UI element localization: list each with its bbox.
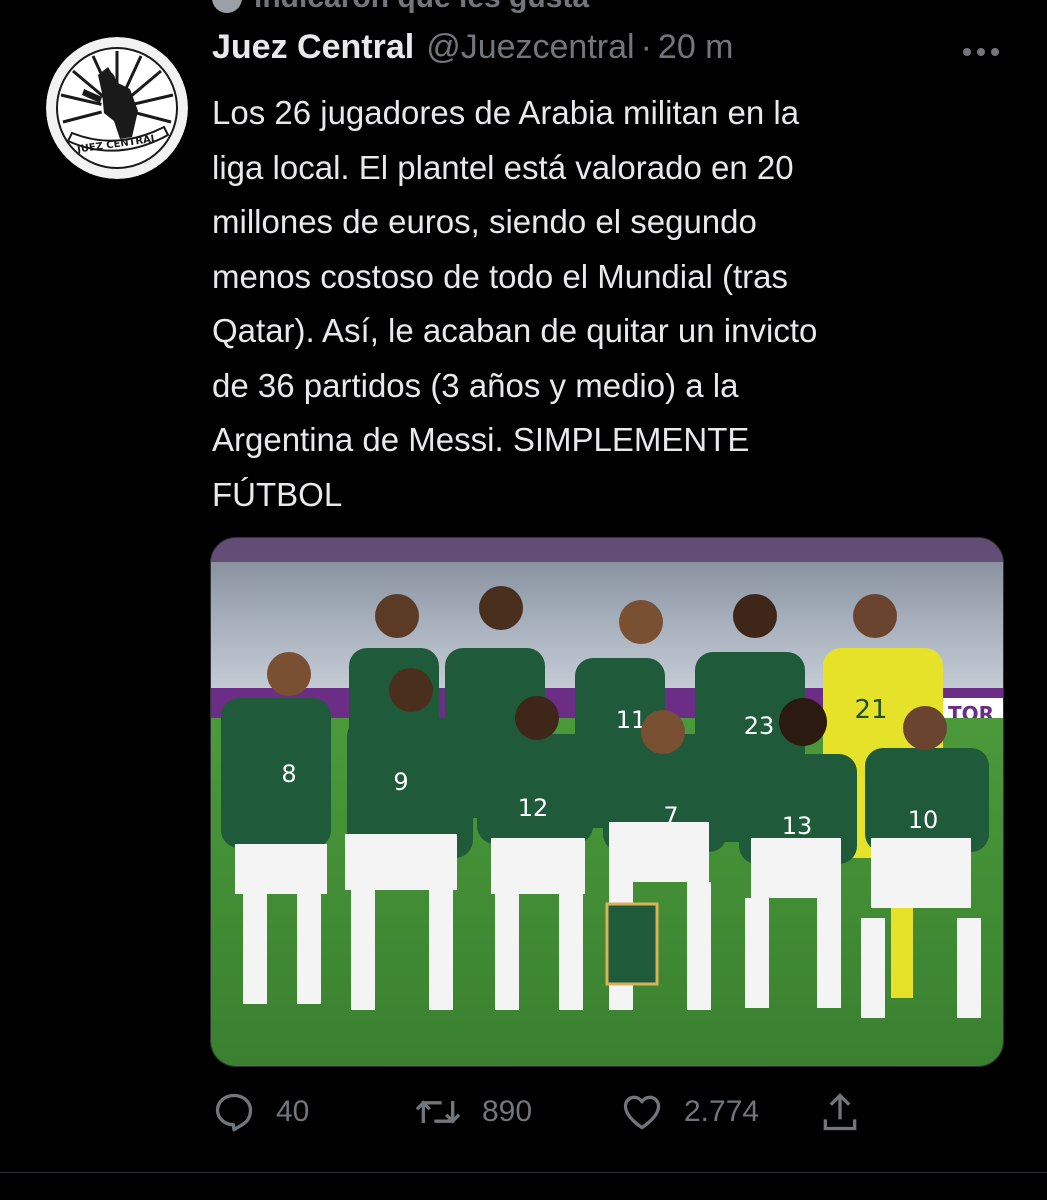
tweet[interactable]: Juez Central @Juezcentral · 20 m Los 26 …	[212, 28, 1012, 522]
jersey-number: 7	[663, 802, 678, 830]
tweet-media-photo[interactable]: TOR 11 23 21 8 9 12 7 13 10	[210, 537, 1004, 1067]
jersey-number: 13	[782, 812, 813, 840]
tweet-divider	[0, 1172, 1047, 1173]
reply-icon	[215, 1093, 253, 1132]
retweet-count: 890	[482, 1095, 533, 1128]
jersey-number: 12	[518, 794, 549, 822]
share-button[interactable]	[818, 1088, 862, 1136]
share-icon	[823, 1093, 857, 1131]
like-button[interactable]: 2.774	[620, 1088, 759, 1136]
tweet-text: Los 26 jugadores de Arabia militan en la…	[212, 94, 818, 513]
jersey-number: 23	[744, 712, 775, 740]
retweet-button[interactable]: 890	[414, 1088, 532, 1136]
retweet-icon	[415, 1100, 461, 1124]
reply-count: 40	[276, 1095, 310, 1128]
social-context: indicaron que les gusta	[212, 0, 589, 18]
jersey-number: 10	[908, 806, 939, 834]
like-count: 2.774	[684, 1095, 760, 1128]
author-handle[interactable]: @Juezcentral	[426, 28, 634, 67]
separator-dot: ·	[640, 28, 652, 66]
jersey-number: 8	[281, 760, 296, 788]
tweet-header: Juez Central @Juezcentral · 20 m	[212, 28, 1012, 80]
jersey-number: 21	[854, 695, 887, 725]
more-icon	[963, 48, 999, 56]
tweet-actions: 40 890 2.774	[212, 1088, 892, 1136]
tweet-timestamp[interactable]: 20 m	[658, 28, 734, 67]
heart-icon	[623, 1095, 661, 1130]
avatar[interactable]: JUEZ CENTRAL	[46, 37, 188, 179]
more-options-button[interactable]	[957, 32, 1005, 72]
juez-central-logo: JUEZ CENTRAL	[46, 37, 188, 179]
heart-user-icon	[212, 0, 242, 13]
author-display-name[interactable]: Juez Central	[212, 28, 414, 67]
social-context-label: indicaron que les gusta	[254, 0, 589, 15]
reply-button[interactable]: 40	[212, 1088, 309, 1136]
jersey-number: 9	[393, 768, 408, 796]
team-photo: TOR 11 23 21 8 9 12 7 13 10	[211, 538, 1003, 1066]
